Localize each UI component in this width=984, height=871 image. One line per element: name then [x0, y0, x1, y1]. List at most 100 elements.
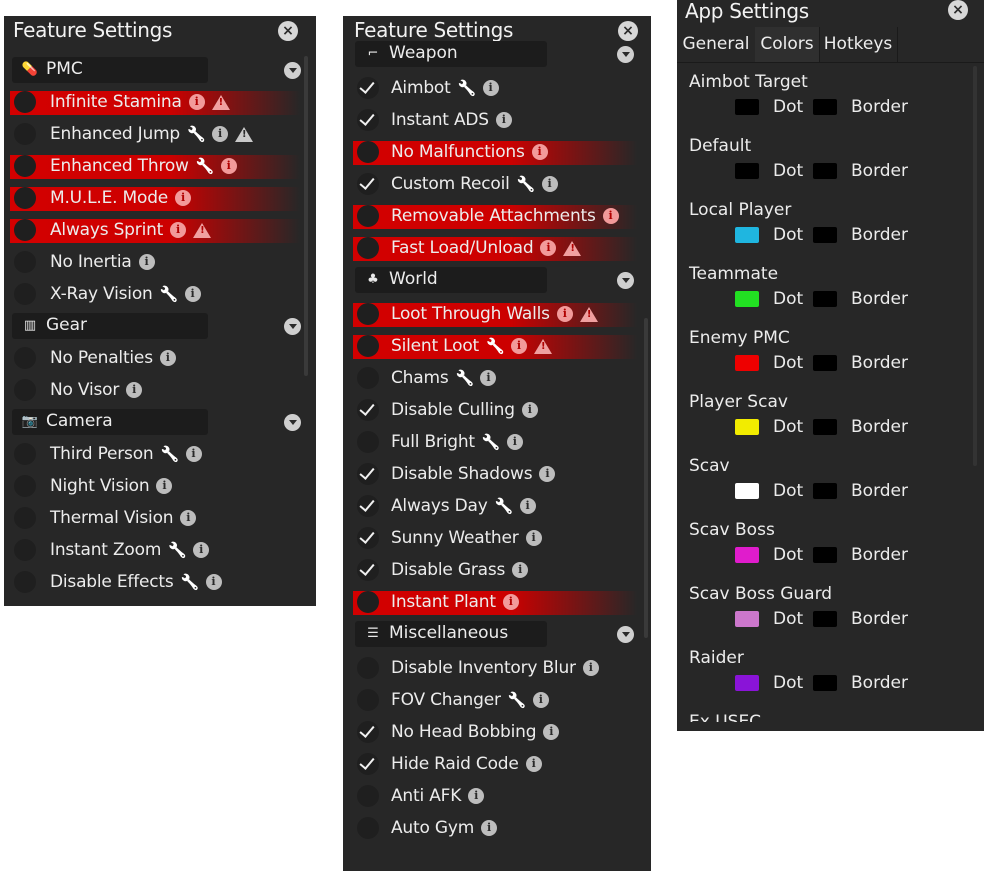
- feature-checkbox[interactable]: [14, 475, 36, 497]
- info-icon[interactable]: i: [212, 126, 229, 142]
- tab-hotkeys[interactable]: Hotkeys: [819, 27, 898, 62]
- info-icon[interactable]: i: [539, 466, 556, 482]
- feature-checkbox[interactable]: [357, 335, 379, 357]
- info-icon[interactable]: i: [156, 478, 173, 494]
- tab-colors[interactable]: Colors: [755, 27, 820, 62]
- feature-checkbox[interactable]: [14, 91, 36, 113]
- wrench-icon[interactable]: 🔧: [517, 175, 536, 193]
- info-icon[interactable]: i: [185, 446, 202, 462]
- info-icon[interactable]: i: [525, 530, 542, 546]
- wrench-icon[interactable]: 🔧: [486, 337, 505, 355]
- feature-checkbox[interactable]: [357, 109, 379, 131]
- feature-row[interactable]: Instant ADS i: [343, 104, 651, 136]
- feature-checkbox[interactable]: [357, 527, 379, 549]
- feature-row[interactable]: Custom Recoil 🔧 i: [343, 168, 651, 200]
- feature-checkbox[interactable]: [357, 173, 379, 195]
- info-icon[interactable]: i: [531, 144, 548, 160]
- feature-checkbox[interactable]: [14, 571, 36, 593]
- feature-checkbox[interactable]: [14, 251, 36, 273]
- feature-checkbox[interactable]: [357, 77, 379, 99]
- feature-checkbox[interactable]: [357, 817, 379, 839]
- border-color-swatch[interactable]: [813, 611, 837, 627]
- info-icon[interactable]: i: [126, 382, 143, 398]
- info-icon[interactable]: i: [556, 306, 573, 322]
- feature-row[interactable]: Third Person 🔧 i: [4, 438, 316, 470]
- dot-color-swatch[interactable]: [735, 227, 759, 243]
- info-icon[interactable]: i: [525, 756, 542, 772]
- feature-row[interactable]: Full Bright 🔧 i: [343, 426, 651, 458]
- feature-row[interactable]: Instant Zoom 🔧 i: [4, 534, 316, 566]
- panel-titlebar[interactable]: Feature Settings ×: [4, 16, 316, 46]
- info-icon[interactable]: i: [138, 254, 155, 270]
- feature-checkbox[interactable]: [357, 721, 379, 743]
- chevron-down-icon[interactable]: [284, 318, 301, 335]
- info-icon[interactable]: i: [175, 190, 192, 206]
- feature-row[interactable]: Loot Through Walls i: [343, 298, 651, 330]
- feature-checkbox[interactable]: [357, 237, 379, 259]
- border-color-swatch[interactable]: [813, 483, 837, 499]
- feature-checkbox[interactable]: [357, 689, 379, 711]
- info-icon[interactable]: i: [512, 562, 529, 578]
- feature-checkbox[interactable]: [357, 785, 379, 807]
- close-icon[interactable]: ×: [618, 21, 638, 41]
- section-header-miscellaneous[interactable]: ☰ Miscellaneous: [355, 620, 651, 648]
- feature-checkbox[interactable]: [14, 539, 36, 561]
- info-icon[interactable]: i: [193, 542, 210, 558]
- info-icon[interactable]: i: [541, 176, 558, 192]
- panel-titlebar[interactable]: App Settings ×: [677, 0, 984, 27]
- feature-row[interactable]: Auto Gym i: [343, 812, 651, 844]
- feature-row[interactable]: Sunny Weather i: [343, 522, 651, 554]
- feature-checkbox[interactable]: [357, 141, 379, 163]
- dot-color-swatch[interactable]: [735, 291, 759, 307]
- feature-checkbox[interactable]: [14, 187, 36, 209]
- feature-checkbox[interactable]: [357, 367, 379, 389]
- scrollbar[interactable]: [973, 66, 977, 466]
- info-icon[interactable]: i: [481, 820, 498, 836]
- info-icon[interactable]: i: [468, 788, 485, 804]
- chevron-down-icon[interactable]: [617, 272, 634, 289]
- section-header-world[interactable]: ♣ World: [355, 266, 651, 294]
- feature-row[interactable]: No Visor i: [4, 374, 316, 406]
- feature-row[interactable]: FOV Changer 🔧 i: [343, 684, 651, 716]
- wrench-icon[interactable]: 🔧: [458, 79, 477, 97]
- section-header-camera[interactable]: 📷 Camera: [12, 408, 316, 436]
- border-color-swatch[interactable]: [813, 227, 837, 243]
- feature-row[interactable]: Infinite Stamina i: [4, 86, 316, 118]
- border-color-swatch[interactable]: [813, 355, 837, 371]
- info-icon[interactable]: i: [532, 692, 549, 708]
- info-icon[interactable]: i: [220, 158, 237, 174]
- wrench-icon[interactable]: 🔧: [168, 541, 187, 559]
- wrench-icon[interactable]: 🔧: [196, 157, 215, 175]
- feature-row[interactable]: Enhanced Throw 🔧 i: [4, 150, 316, 182]
- border-color-swatch[interactable]: [813, 291, 837, 307]
- feature-checkbox[interactable]: [14, 155, 36, 177]
- info-icon[interactable]: i: [582, 660, 599, 676]
- feature-checkbox[interactable]: [357, 591, 379, 613]
- wrench-icon[interactable]: 🔧: [160, 285, 179, 303]
- feature-checkbox[interactable]: [357, 495, 379, 517]
- section-header-weapon[interactable]: ⌐ Weapon: [355, 40, 651, 68]
- chevron-down-icon[interactable]: [284, 62, 301, 79]
- feature-checkbox[interactable]: [14, 123, 36, 145]
- feature-checkbox[interactable]: [357, 463, 379, 485]
- feature-row[interactable]: Silent Loot 🔧 i: [343, 330, 651, 362]
- border-color-swatch[interactable]: [813, 547, 837, 563]
- feature-row[interactable]: Disable Shadows i: [343, 458, 651, 490]
- dot-color-swatch[interactable]: [735, 611, 759, 627]
- wrench-icon[interactable]: 🔧: [508, 691, 527, 709]
- info-icon[interactable]: i: [519, 498, 536, 514]
- tab-general[interactable]: General: [677, 27, 756, 62]
- info-icon[interactable]: i: [482, 80, 499, 96]
- feature-row[interactable]: Chams 🔧 i: [343, 362, 651, 394]
- info-icon[interactable]: i: [602, 208, 619, 224]
- chevron-down-icon[interactable]: [617, 626, 634, 643]
- section-header-pmc[interactable]: 💊 PMC: [12, 56, 316, 84]
- border-color-swatch[interactable]: [813, 675, 837, 691]
- info-icon[interactable]: i: [184, 286, 201, 302]
- feature-row[interactable]: X-Ray Vision 🔧 i: [4, 278, 316, 310]
- info-icon[interactable]: i: [510, 338, 527, 354]
- feature-checkbox[interactable]: [357, 205, 379, 227]
- info-icon[interactable]: i: [188, 94, 205, 110]
- feature-row[interactable]: Aimbot 🔧 i: [343, 72, 651, 104]
- info-icon[interactable]: i: [502, 594, 519, 610]
